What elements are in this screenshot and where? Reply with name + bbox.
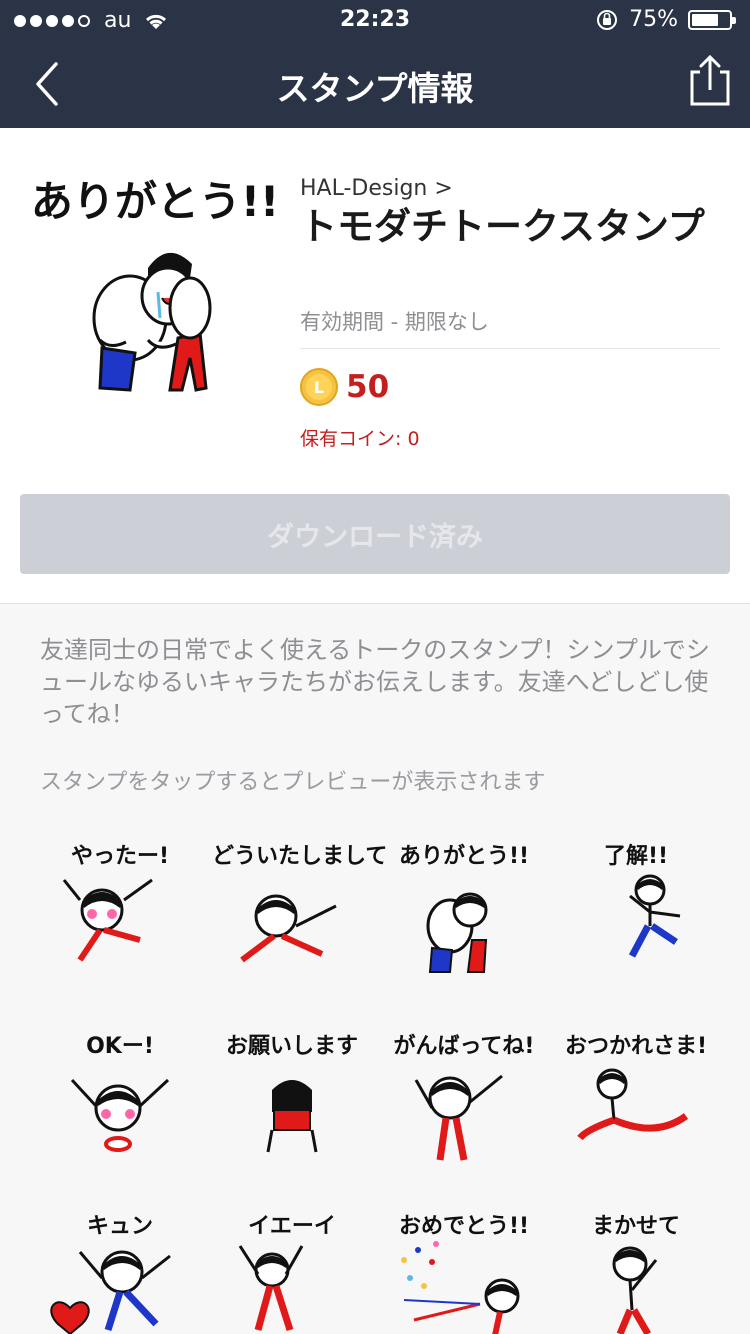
sticker-text: ありがとう!! [398,844,530,869]
description-text: 友達同士の日常でよく使えるトークのスタンプ！シンプルでシュールなゆるいキャラたち… [40,636,710,728]
author-name: HAL-Design [300,176,428,201]
battery-percent: 75% [629,7,678,32]
owned-coins: 保有コイン: 0 [300,428,420,450]
sticker-text: おつかれさま! [564,1034,708,1059]
sticker-text: おめでとう!! [398,1214,530,1239]
sticker-item[interactable]: お願いします [212,1020,372,1170]
sticker-item[interactable]: がんばってね! [384,1020,544,1170]
sticker-text: やったー! [70,844,170,869]
sticker-item[interactable]: まかせて [556,1200,716,1334]
coin-symbol: L [306,374,332,400]
sticker-item[interactable]: イエーイ [212,1200,372,1334]
sticker-item[interactable]: やったー! [40,830,200,980]
price-value: 50 [346,369,390,405]
sticker-text: お願いします [225,1034,358,1059]
sticker-text: どういたしまして [212,844,388,869]
sticker-text: キュン [86,1214,153,1239]
svg-text:ありがとう!!: ありがとう!! [31,177,279,226]
sticker-item[interactable]: ありがとう!! [384,830,544,980]
sticker-pack-title: トモダチトークスタンプ [300,205,705,248]
sticker-item[interactable]: OKー! [40,1020,200,1170]
sticker-text: まかせて [591,1214,680,1239]
chevron-right-icon: > [434,176,453,201]
author-link[interactable]: HAL-Design > [300,176,453,201]
rotation-lock-icon [597,9,618,30]
line-coin-icon: L [300,368,338,406]
divider [300,348,720,349]
navigation-bar: スタンプ情報 [0,40,750,128]
validity-period: 有効期間 - 期限なし [300,310,489,334]
status-right: 75% [595,7,736,32]
sticker-item[interactable]: おめでとう!! [384,1200,544,1334]
battery-icon [688,9,736,30]
preview-hint: スタンプをタップするとプレビューが表示されます [40,770,546,795]
sticker-item[interactable]: キュン [40,1200,200,1334]
status-bar: au 22:23 75% [0,0,750,40]
sticker-text: イエーイ [248,1214,336,1239]
price-row: L 50 [300,368,389,406]
sticker-item[interactable]: おつかれさま! [556,1020,716,1170]
main-sticker-image: ありがとう!! [31,177,279,392]
sticker-item[interactable]: どういたしまして [212,830,388,980]
page-title: スタンプ情報 [276,69,474,108]
sticker-item[interactable]: 了解!! [556,830,716,980]
sticker-text: OKー! [86,1034,154,1059]
sticker-text: 了解!! [603,844,669,869]
download-button[interactable]: ダウンロード済み [20,494,730,574]
share-button[interactable] [686,52,734,108]
sticker-text: がんばってね! [393,1034,535,1059]
sticker-info-section: ありがとう!! HAL-Design > トモダチトークスタンプ 有効期間 - … [0,128,750,604]
